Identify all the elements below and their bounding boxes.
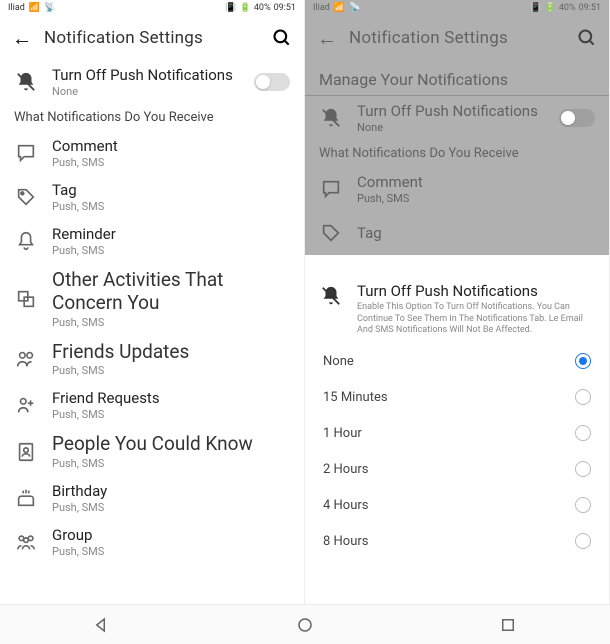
notification-list: CommentPush, SMS TagPush, SMS ReminderPu… — [0, 131, 304, 564]
nav-home-button[interactable] — [296, 616, 314, 634]
birthday-icon — [14, 486, 38, 510]
push-toggle-row[interactable]: Turn Off Push Notifications None — [0, 60, 304, 104]
wifi-icon: 📡 — [44, 3, 55, 13]
header: ← Notification Settings — [0, 16, 304, 60]
radio — [575, 389, 591, 405]
battery-icon: 🔋 — [240, 3, 251, 13]
search-icon — [272, 28, 292, 48]
contacts-icon — [14, 440, 38, 464]
vibrate-icon: 📳 — [530, 3, 541, 13]
search-icon — [577, 28, 597, 48]
list-item-friends-updates[interactable]: Friends UpdatesPush, SMS — [0, 335, 304, 384]
radio — [575, 425, 591, 441]
time-label: 09:51 — [579, 3, 601, 13]
option-1-hour[interactable]: 1 Hour — [305, 415, 609, 451]
list-item-tag[interactable]: Tag — [305, 211, 609, 255]
push-toggle-title: Turn Off Push Notifications — [52, 66, 240, 84]
radio-selected — [575, 353, 591, 369]
list-item-reminder[interactable]: ReminderPush, SMS — [0, 219, 304, 263]
vibrate-icon: 📳 — [225, 3, 236, 13]
list-item-birthday[interactable]: BirthdayPush, SMS — [0, 476, 304, 520]
carrier-label: Iliad — [8, 3, 25, 13]
list-item-comment[interactable]: CommentPush, SMS — [305, 167, 609, 211]
bell-icon — [14, 229, 38, 253]
activities-icon — [14, 287, 38, 311]
option-15-minutes[interactable]: 15 Minutes — [305, 379, 609, 415]
page-title: Notification Settings — [44, 28, 260, 48]
option-8-hours[interactable]: 8 Hours — [305, 523, 609, 559]
list-item-people-know[interactable]: People You Could KnowPush, SMS — [0, 427, 304, 476]
list-item-comment[interactable]: CommentPush, SMS — [0, 131, 304, 175]
nav-back-button[interactable] — [93, 616, 111, 634]
comment-icon — [319, 177, 343, 201]
list-item-group[interactable]: GroupPush, SMS — [0, 520, 304, 564]
manage-title: Manage Your Notifications — [305, 60, 609, 96]
section-title: What Notifications Do You Receive — [305, 140, 609, 167]
header: ← Notification Settings — [305, 16, 609, 60]
signal-icon: 📶 — [334, 3, 345, 13]
sheet-description: Enable This Option To Turn Off Notificat… — [357, 302, 595, 337]
tag-icon — [14, 185, 38, 209]
nav-recent-button[interactable] — [499, 616, 517, 634]
time-label: 09:51 — [274, 3, 296, 13]
push-toggle-title: Turn Off Push Notifications — [357, 102, 545, 120]
push-toggle-switch[interactable] — [254, 73, 290, 91]
search-button[interactable] — [577, 28, 597, 48]
battery-icon: 🔋 — [545, 3, 556, 13]
list-item-friend-requests[interactable]: Friend RequestsPush, SMS — [0, 383, 304, 427]
list-item-activities[interactable]: Other Activities That Concern YouPush, S… — [0, 263, 304, 335]
dimmed-background: Iliad 📶 📡 📳 🔋 40% 09:51 ← Notification S… — [305, 0, 609, 255]
bell-slash-icon — [14, 70, 38, 94]
option-2-hours[interactable]: 2 Hours — [305, 451, 609, 487]
status-bar: Iliad 📶 📡 📳 🔋 40% 09:51 — [0, 0, 304, 16]
wifi-icon: 📡 — [349, 3, 360, 13]
radio — [575, 497, 591, 513]
friend-request-icon — [14, 393, 38, 417]
comment-icon — [14, 141, 38, 165]
push-toggle-sub: None — [357, 121, 545, 134]
bell-slash-icon — [319, 106, 343, 130]
list-item-tag[interactable]: TagPush, SMS — [0, 175, 304, 219]
push-toggle-sub: None — [52, 85, 240, 98]
back-button[interactable]: ← — [12, 26, 32, 51]
bell-slash-icon — [319, 284, 343, 308]
radio — [575, 533, 591, 549]
back-button[interactable]: ← — [317, 26, 337, 51]
group-icon — [14, 530, 38, 554]
screen-right: Iliad 📶 📡 📳 🔋 40% 09:51 ← Notification S… — [305, 0, 610, 644]
android-nav-bar — [0, 604, 610, 644]
screen-left: Iliad 📶 📡 📳 🔋 40% 09:51 ← Notification S… — [0, 0, 305, 644]
signal-icon: 📶 — [29, 3, 40, 13]
option-none[interactable]: None — [305, 343, 609, 379]
friends-icon — [14, 347, 38, 371]
option-4-hours[interactable]: 4 Hours — [305, 487, 609, 523]
carrier-label: Iliad — [313, 3, 330, 13]
sheet-title: Turn Off Push Notifications — [357, 282, 595, 300]
battery-label: 40% — [254, 3, 271, 13]
bottom-sheet: Turn Off Push Notifications Enable This … — [305, 268, 609, 644]
page-title: Notification Settings — [349, 28, 565, 48]
search-button[interactable] — [272, 28, 292, 48]
battery-label: 40% — [559, 3, 576, 13]
status-bar: Iliad 📶 📡 📳 🔋 40% 09:51 — [305, 0, 609, 16]
radio — [575, 461, 591, 477]
push-toggle-switch[interactable] — [559, 109, 595, 127]
section-title: What Notifications Do You Receive — [0, 104, 304, 131]
tag-icon — [319, 221, 343, 245]
push-toggle-row[interactable]: Turn Off Push Notifications None — [305, 96, 609, 140]
